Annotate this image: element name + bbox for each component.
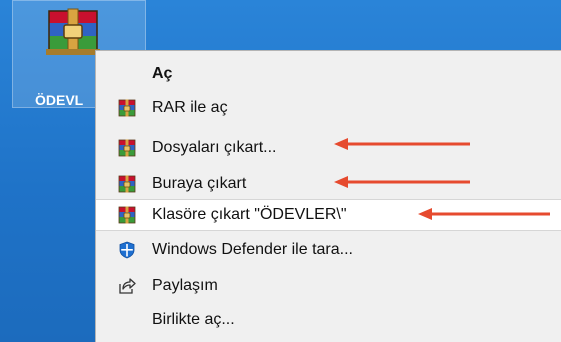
- menu-item-windows-defender-scan[interactable]: Windows Defender ile tara...: [96, 234, 561, 266]
- menu-item-label: Aç: [152, 65, 173, 82]
- annotation-arrow: [334, 138, 470, 150]
- menu-item-share[interactable]: Paylaşım: [96, 270, 561, 302]
- menu-item-extract-here[interactable]: Buraya çıkart: [96, 168, 561, 200]
- context-menu: Aç RAR ile aç Dosyaları çıkart... Buraya…: [95, 50, 561, 342]
- winrar-icon: [118, 175, 136, 193]
- menu-item-label: Birlikte aç...: [152, 311, 235, 328]
- windows-defender-icon: [119, 241, 135, 259]
- menu-item-label: RAR ile aç: [152, 99, 228, 116]
- menu-item-label: Paylaşım: [152, 277, 218, 294]
- menu-item-extract-files[interactable]: Dosyaları çıkart...: [96, 132, 561, 164]
- menu-item-label: Windows Defender ile tara...: [152, 241, 353, 258]
- menu-item-label: Klasöre çıkart "ÖDEVLER\": [152, 206, 347, 223]
- menu-item-label: Buraya çıkart: [152, 175, 247, 192]
- menu-item-open-with-rar[interactable]: RAR ile aç: [96, 92, 561, 124]
- annotation-arrow: [334, 176, 470, 188]
- menu-item-open[interactable]: Aç: [96, 58, 561, 90]
- menu-item-label: Dosyaları çıkart...: [152, 139, 277, 156]
- winrar-icon: [118, 99, 136, 117]
- winrar-icon: [118, 139, 136, 157]
- menu-item-open-with[interactable]: Birlikte aç...: [96, 304, 561, 336]
- winrar-archive-icon: [46, 8, 100, 55]
- share-icon: [119, 278, 136, 294]
- winrar-icon: [118, 206, 136, 224]
- annotation-arrow: [418, 208, 550, 220]
